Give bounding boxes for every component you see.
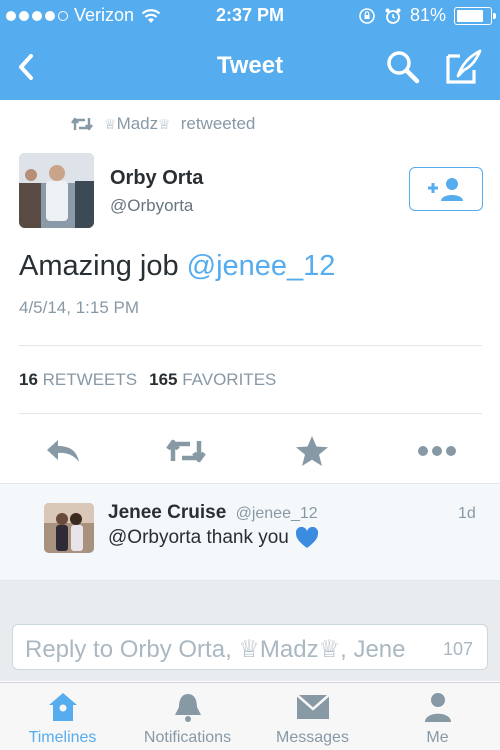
author-handle[interactable]: @Orbyorta — [110, 196, 193, 216]
top-bar: Verizon 2:37 PM 81% Tweet — [0, 0, 500, 100]
tweet-actions — [0, 425, 500, 475]
retweet-button[interactable] — [164, 431, 208, 471]
tweet-timestamp: 4/5/14, 1:15 PM — [19, 298, 140, 317]
alarm-icon — [385, 8, 401, 24]
author-avatar[interactable] — [19, 153, 94, 228]
favorites-stat[interactable]: 165 FAVORITES — [149, 370, 276, 390]
home-icon — [48, 693, 77, 721]
author-name[interactable]: Orby Orta — [110, 167, 203, 190]
reply-text: @Orbyorta thank you — [108, 527, 319, 549]
rotation-lock-icon — [359, 7, 375, 24]
retweet-header: ♕Madz♕ retweeted — [70, 114, 255, 134]
more-icon — [418, 446, 456, 456]
bell-icon — [174, 694, 201, 722]
retweets-stat[interactable]: 16 RETWEETS — [19, 370, 137, 390]
reply-input[interactable]: Reply to Orby Orta, ♕Madz♕, Jene 107 — [12, 624, 488, 670]
nav-bar: Tweet — [0, 40, 500, 96]
divider — [19, 413, 482, 414]
star-icon — [296, 436, 328, 466]
reply-placeholder: Reply to Orby Orta, ♕Madz♕, Jene — [25, 636, 406, 663]
status-right: 81% — [358, 5, 496, 26]
tab-bar: Timelines Notifications Messages Me — [0, 682, 500, 750]
tweet-body: Amazing job — [19, 250, 179, 282]
envelope-icon — [295, 694, 330, 719]
reply-button[interactable] — [41, 431, 85, 471]
tweet-stats: 16 RETWEETS 165 FAVORITES — [19, 370, 276, 390]
person-icon — [424, 693, 451, 722]
tab-me[interactable]: Me — [375, 689, 500, 747]
char-count: 107 — [442, 639, 473, 659]
reply-author-handle[interactable]: @jenee_12 — [236, 505, 318, 522]
retweeter-name[interactable]: ♕Madz♕ — [104, 114, 171, 134]
reply-icon — [47, 440, 79, 462]
favorite-button[interactable] — [290, 431, 334, 471]
tab-timelines[interactable]: Timelines — [0, 689, 125, 747]
battery-percent: 81% — [409, 5, 446, 25]
more-button[interactable] — [415, 431, 459, 471]
reply-header: Jenee Cruise @jenee_12 — [108, 502, 318, 524]
compose-icon[interactable] — [444, 48, 484, 86]
retweeted-label: retweeted — [180, 114, 256, 133]
tab-notifications[interactable]: Notifications — [125, 689, 250, 747]
follow-button[interactable] — [409, 167, 483, 211]
page-title: Tweet — [216, 52, 284, 79]
reply-author-name[interactable]: Jenee Cruise — [108, 502, 226, 523]
tweet-mention[interactable]: @jenee_12 — [187, 250, 336, 282]
add-user-icon — [428, 178, 463, 201]
divider — [19, 345, 482, 346]
blue-heart-icon — [295, 527, 318, 548]
tab-messages[interactable]: Messages — [250, 689, 375, 747]
status-bar: Verizon 2:37 PM 81% — [0, 0, 500, 32]
reply-age: 1d — [458, 505, 476, 522]
battery-icon — [454, 6, 496, 25]
retweet-icon — [166, 439, 206, 463]
tweet-text: Amazing job @jenee_12 — [19, 250, 335, 283]
search-icon[interactable] — [385, 49, 421, 85]
reply-avatar[interactable] — [44, 503, 94, 553]
retweet-icon — [71, 117, 93, 131]
reply-body: @Orbyorta thank you — [108, 527, 289, 548]
